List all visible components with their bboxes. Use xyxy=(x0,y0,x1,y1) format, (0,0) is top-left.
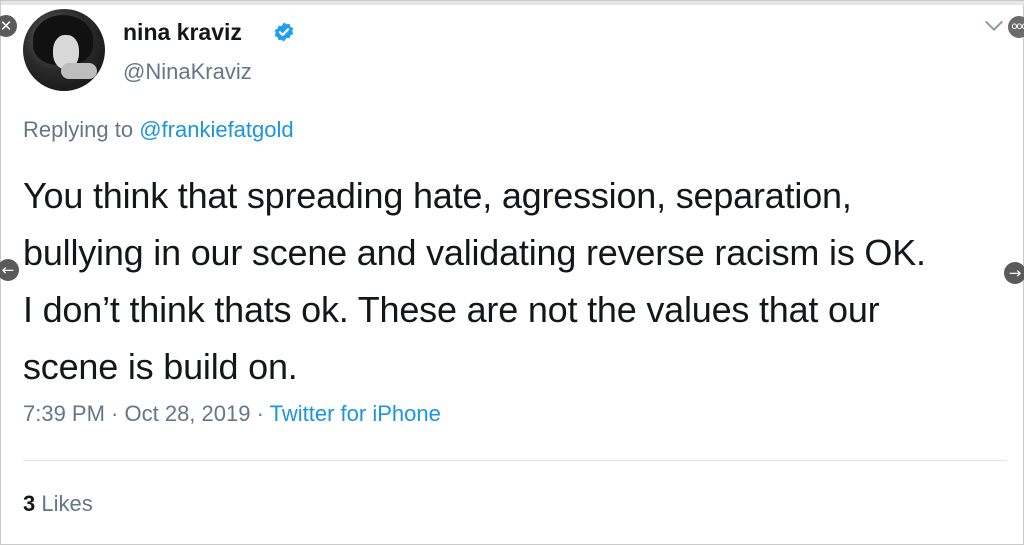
tweet-date[interactable]: Oct 28, 2019 xyxy=(125,401,251,426)
tweet-text: You think that spreading hate, agression… xyxy=(23,167,1013,395)
divider xyxy=(23,460,1007,461)
likes-label: Likes xyxy=(41,491,93,516)
chevron-down-icon[interactable] xyxy=(983,15,1005,37)
avatar-hand xyxy=(61,63,97,79)
replying-to-label: Replying to xyxy=(23,117,134,142)
author-name[interactable]: nina kraviz xyxy=(123,19,242,46)
arrow-right-icon[interactable]: → xyxy=(1004,262,1024,284)
tweet-text-line: bullying in our scene and validating rev… xyxy=(23,232,926,273)
more-options-icon[interactable]: ooo xyxy=(1008,16,1024,38)
verified-badge-icon xyxy=(274,22,294,42)
avatar[interactable] xyxy=(23,9,105,91)
tweet-card: nina kraviz @NinaKraviz Replying to @fra… xyxy=(0,0,1024,545)
tweet-text-line: I don’t think thats ok. These are not th… xyxy=(23,289,880,330)
meta-separator: · xyxy=(250,401,270,426)
likes-stat[interactable]: 3 Likes xyxy=(23,491,93,517)
tweet-meta: 7:39 PM · Oct 28, 2019 · Twitter for iPh… xyxy=(23,401,441,427)
author-handle[interactable]: @NinaKraviz xyxy=(123,59,252,85)
reply-mention-link[interactable]: @frankiefatgold xyxy=(139,117,293,142)
tweet-text-line: You think that spreading hate, agression… xyxy=(23,175,852,216)
tweet-source-link[interactable]: Twitter for iPhone xyxy=(270,401,441,426)
meta-separator: · xyxy=(104,401,125,426)
likes-count: 3 xyxy=(23,491,36,516)
replying-to: Replying to @frankiefatgold xyxy=(23,117,294,143)
top-strip xyxy=(1,1,1024,5)
tweet-time[interactable]: 7:39 PM xyxy=(23,401,105,426)
tweet-text-line: scene is build on. xyxy=(23,346,298,387)
